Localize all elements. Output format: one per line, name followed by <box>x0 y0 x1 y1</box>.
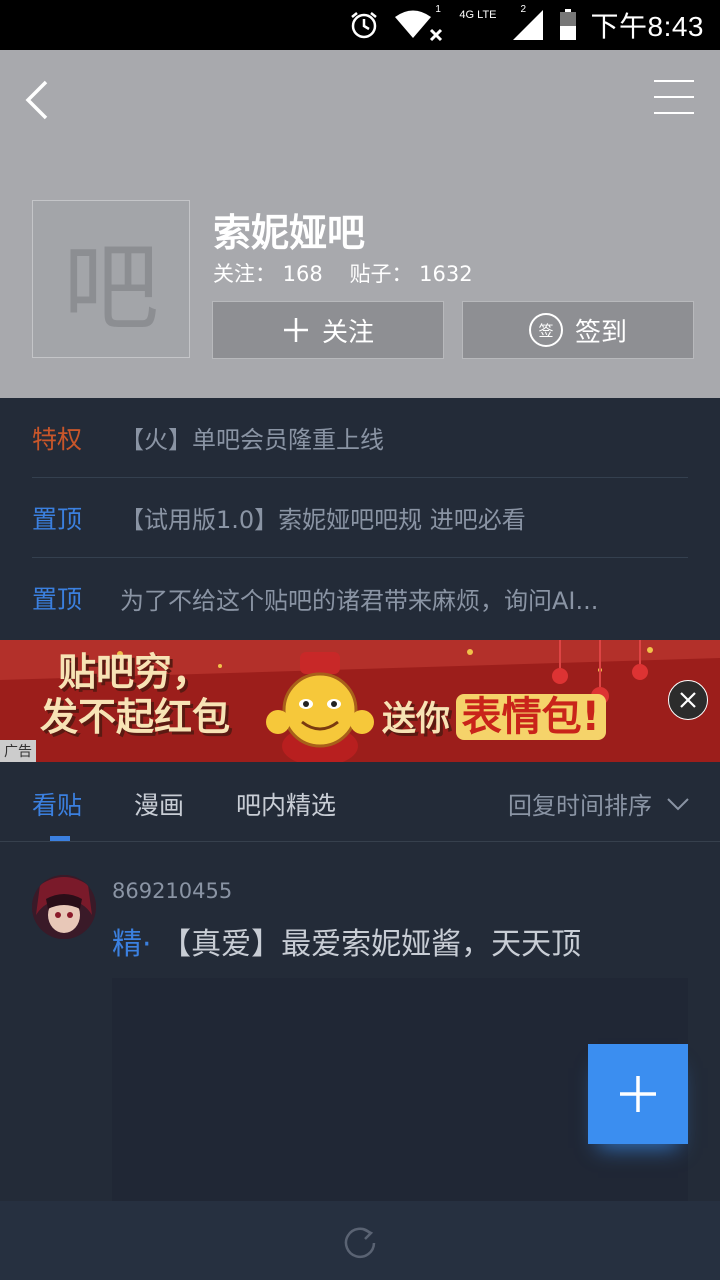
tab-comics[interactable]: 漫画 <box>134 786 184 822</box>
forum-stats: 关注： 168 贴子： 1632 <box>213 262 473 286</box>
notice-tag: 置顶 <box>32 585 83 614</box>
thread-item[interactable]: 869210455 精· 【真爱】最爱索妮娅酱，天天顶 <box>0 843 720 1201</box>
notice-list: 特权 【火】单吧会员隆重上线 置顶 【试用版1.0】索妮娅吧吧规 进吧必看 置顶… <box>0 398 720 638</box>
back-button[interactable] <box>18 78 58 122</box>
ad-close-button[interactable] <box>668 680 708 720</box>
signal-icon: 2 <box>511 4 545 42</box>
notice-item[interactable]: 特权 【火】单吧会员隆重上线 <box>32 398 688 478</box>
menu-button[interactable] <box>654 80 694 116</box>
post-username[interactable]: 869210455 <box>112 879 232 903</box>
chevron-down-icon <box>667 797 689 810</box>
forum-name: 索妮娅吧 <box>213 211 366 255</box>
tab-featured[interactable]: 吧内精选 <box>236 786 336 822</box>
active-tab-indicator <box>50 836 70 841</box>
ad-label: 广告 <box>0 740 36 762</box>
bottom-bar <box>0 1201 720 1280</box>
plus-icon <box>620 1076 656 1112</box>
plus-icon <box>283 318 308 342</box>
forum-avatar: 吧 <box>32 200 190 358</box>
sim1-label: 1 <box>435 4 441 15</box>
signin-button[interactable]: 签 签到 <box>462 301 694 359</box>
status-icons: 1 4G LTE 2 下午8:43 <box>349 0 704 50</box>
forum-header: 吧 索妮娅吧 关注： 168 贴子： 1632 关注 签 签到 <box>0 50 720 398</box>
tab-posts[interactable]: 看贴 <box>32 786 82 822</box>
clock: 下午8:43 <box>590 11 704 42</box>
close-icon <box>680 692 696 708</box>
notice-text: 为了不给这个贴吧的诸君带来麻烦，询问AI... <box>120 586 599 615</box>
sort-dropdown[interactable]: 回复时间排序 <box>508 786 690 821</box>
ad-slogan-right: 送你 表情包! <box>382 684 606 742</box>
follow-button[interactable]: 关注 <box>212 301 444 359</box>
refresh-icon[interactable] <box>343 1223 377 1259</box>
notice-item[interactable]: 置顶 为了不给这个贴吧的诸君带来麻烦，询问AI... <box>32 558 688 638</box>
new-post-button[interactable] <box>588 1044 688 1144</box>
alarm-icon <box>351 12 378 39</box>
notice-item[interactable]: 置顶 【试用版1.0】索妮娅吧吧规 进吧必看 <box>32 478 688 558</box>
notice-tag: 置顶 <box>32 504 83 534</box>
notice-text: 【火】单吧会员隆重上线 <box>120 426 384 454</box>
notice-text: 【试用版1.0】索妮娅吧吧规 进吧必看 <box>120 506 526 534</box>
battery-icon <box>559 9 576 40</box>
wifi-icon: 1 <box>393 4 445 42</box>
signin-icon: 签 <box>528 313 563 347</box>
notice-tag: 特权 <box>32 424 83 454</box>
post-title: 精· 【真爱】最爱索妮娅酱，天天顶 <box>112 927 582 962</box>
user-avatar[interactable] <box>32 875 96 939</box>
ad-slogan-left: 贴吧穷， 发不起红包 <box>40 650 231 739</box>
back-arrow-icon <box>25 80 48 120</box>
menu-icon <box>654 80 694 82</box>
ad-banner[interactable]: 贴吧穷， 发不起红包 送你 表情包! 广告 <box>0 640 720 762</box>
sim2-label: 2 <box>520 4 527 15</box>
tab-bar: 看贴 漫画 吧内精选 回复时间排序 <box>0 762 720 842</box>
network-type: 4G LTE <box>459 9 497 21</box>
status-bar: 1 4G LTE 2 下午8:43 <box>0 0 720 50</box>
elite-badge: 精· <box>112 927 152 962</box>
